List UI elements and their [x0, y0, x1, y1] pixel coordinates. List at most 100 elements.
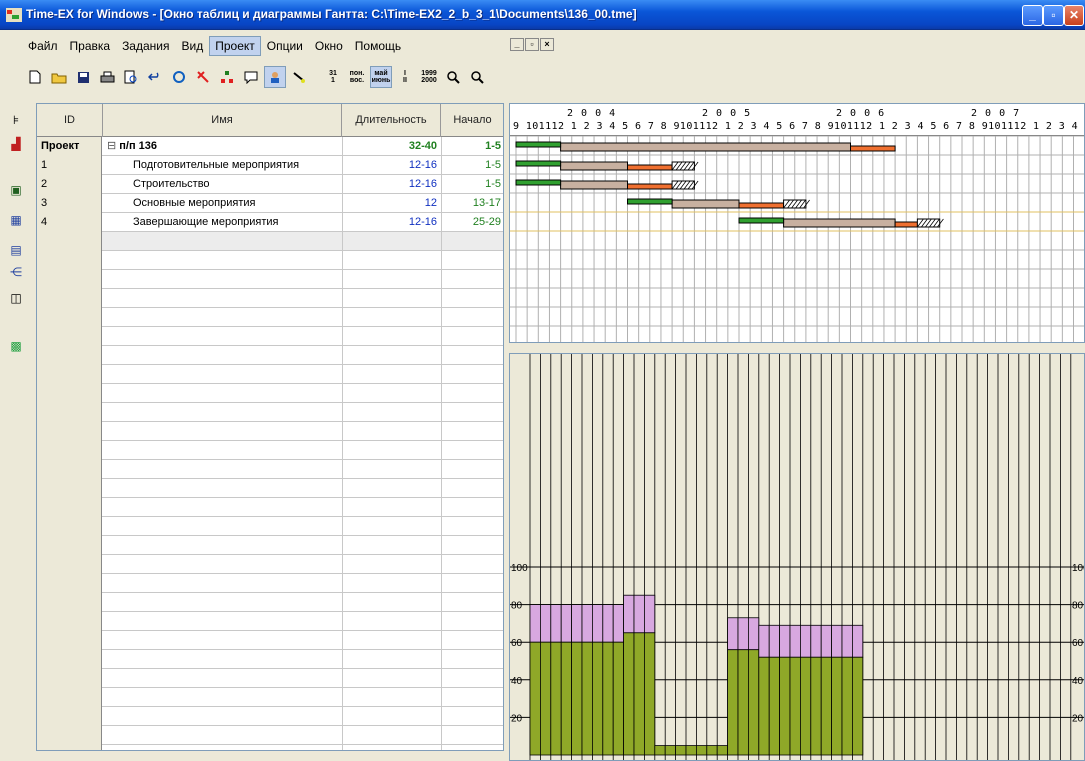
table-row[interactable]	[37, 669, 503, 688]
histogram-bar-overload	[737, 617, 749, 651]
year-scale-icon[interactable]: 1999 2000	[418, 66, 440, 88]
table-row[interactable]	[37, 688, 503, 707]
table-row[interactable]	[37, 479, 503, 498]
histogram-bar	[675, 745, 687, 756]
refresh-icon[interactable]	[168, 66, 190, 88]
minimize-button[interactable]: _	[1022, 5, 1043, 26]
histogram-bar	[799, 656, 812, 756]
table-row[interactable]	[37, 441, 503, 460]
hierarchy-icon[interactable]	[216, 66, 238, 88]
table-row[interactable]	[37, 460, 503, 479]
month-scale-icon[interactable]: май июнь	[370, 66, 392, 88]
table-row[interactable]	[37, 517, 503, 536]
table-row[interactable]	[37, 574, 503, 593]
calendar-view-icon[interactable]: ▤	[7, 241, 25, 259]
table-row[interactable]	[37, 308, 503, 327]
menu-item-4[interactable]: Проект	[209, 36, 261, 56]
cell-id	[37, 517, 102, 536]
histogram-bar	[560, 641, 573, 756]
histogram-bar-overload	[820, 624, 833, 658]
critical-path-icon[interactable]	[192, 66, 214, 88]
table-row[interactable]: 1 Подготовительные мероприятия 12-16 1-5	[37, 156, 503, 175]
resources-icon[interactable]	[264, 66, 286, 88]
table-row[interactable]	[37, 650, 503, 669]
print-preview-icon[interactable]	[120, 66, 142, 88]
open-folder-icon[interactable]	[48, 66, 70, 88]
table-gantt-view-icon[interactable]: ▣	[7, 181, 25, 199]
table-row[interactable]	[37, 270, 503, 289]
collapse-icon[interactable]: ⊟	[107, 140, 119, 152]
table-row[interactable]	[37, 232, 503, 251]
table-row[interactable]: 3 Основные мероприятия 12 13-17	[37, 194, 503, 213]
table-row[interactable]	[37, 536, 503, 555]
menu-item-1[interactable]: Правка	[64, 36, 117, 56]
table-row[interactable]	[37, 251, 503, 270]
title-bar[interactable]: Time-EX for Windows - [Окно таблиц и диа…	[0, 0, 1085, 30]
histogram-bar	[602, 641, 614, 756]
week-scale-icon[interactable]: пон. вос.	[346, 66, 368, 88]
table-row[interactable]	[37, 498, 503, 517]
y-tick-label-left: 40	[511, 676, 523, 687]
year-label: 2 0 0 7	[971, 108, 1021, 119]
structure-view-icon[interactable]: ⋲	[7, 263, 25, 281]
network-view-icon[interactable]: ▦	[7, 211, 25, 229]
report-view-icon[interactable]: ▩	[7, 337, 25, 355]
cell-id	[37, 460, 102, 479]
close-button[interactable]: ✕	[1064, 5, 1084, 26]
gantt-bar-early	[627, 198, 673, 205]
zoom-in-icon[interactable]	[442, 66, 464, 88]
cell-id	[37, 308, 102, 327]
table-row[interactable]: 2 Строительство 12-16 1-5	[37, 175, 503, 194]
mdi-minimize-button[interactable]: _	[510, 38, 524, 51]
day-scale-icon[interactable]: 31 1	[322, 66, 344, 88]
zoom-out-icon[interactable]	[466, 66, 488, 88]
quarter-scale-top: I	[404, 70, 406, 77]
print-icon[interactable]	[96, 66, 118, 88]
column-divider	[441, 137, 442, 750]
new-document-icon[interactable]	[24, 66, 46, 88]
chart-view-icon[interactable]: ▟	[7, 135, 25, 153]
col-header-start[interactable]: Начало	[441, 104, 503, 137]
gantt-bar-late	[627, 164, 673, 171]
table-row[interactable]	[37, 384, 503, 403]
mdi-restore-button[interactable]: ▫	[525, 38, 539, 51]
histogram-bar-overload	[789, 624, 801, 658]
table-row[interactable]	[37, 365, 503, 384]
quarter-scale-icon[interactable]: I II	[394, 66, 416, 88]
col-header-name[interactable]: Имя	[103, 104, 342, 137]
table-row[interactable]	[37, 593, 503, 612]
pane-splitter[interactable]	[509, 343, 1085, 353]
y-tick-label-right: 40	[1072, 676, 1084, 687]
table-row[interactable]: Проект ⊟ п/п 136 32-40 1-5	[37, 137, 503, 156]
table-row[interactable]	[37, 555, 503, 574]
cell-id	[37, 536, 102, 555]
table-row[interactable]	[37, 612, 503, 631]
columns-view-icon[interactable]: ◫	[7, 289, 25, 307]
table-row[interactable]	[37, 726, 503, 745]
table-row[interactable]	[37, 327, 503, 346]
table-row[interactable]	[37, 346, 503, 365]
menu-item-2[interactable]: Задания	[116, 36, 175, 56]
menu-item-5[interactable]: Опции	[261, 36, 309, 56]
table-row[interactable]	[37, 403, 503, 422]
save-icon[interactable]	[72, 66, 94, 88]
mdi-close-button[interactable]: ×	[540, 38, 554, 51]
table-row[interactable]: 4 Завершающие мероприятия 12-16 25-29	[37, 213, 503, 232]
menu-item-6[interactable]: Окно	[309, 36, 349, 56]
link-tasks-icon[interactable]	[288, 66, 310, 88]
histogram-bar-overload	[810, 624, 822, 658]
table-row[interactable]	[37, 631, 503, 650]
tree-view-icon[interactable]: ⊧	[7, 111, 25, 129]
maximize-button[interactable]: ▫	[1043, 5, 1064, 26]
menu-item-7[interactable]: Помощь	[349, 36, 407, 56]
table-row[interactable]	[37, 707, 503, 726]
comment-icon[interactable]	[240, 66, 262, 88]
menu-item-3[interactable]: Вид	[176, 36, 210, 56]
table-row[interactable]	[37, 289, 503, 308]
col-header-duration[interactable]: Длительность	[342, 104, 441, 137]
undo-icon[interactable]	[144, 66, 166, 88]
col-header-id[interactable]: ID	[37, 104, 103, 137]
table-row[interactable]	[37, 422, 503, 441]
menu-item-0[interactable]: Файл	[22, 36, 64, 56]
table-horizontal-scrollbar[interactable]	[36, 751, 504, 761]
